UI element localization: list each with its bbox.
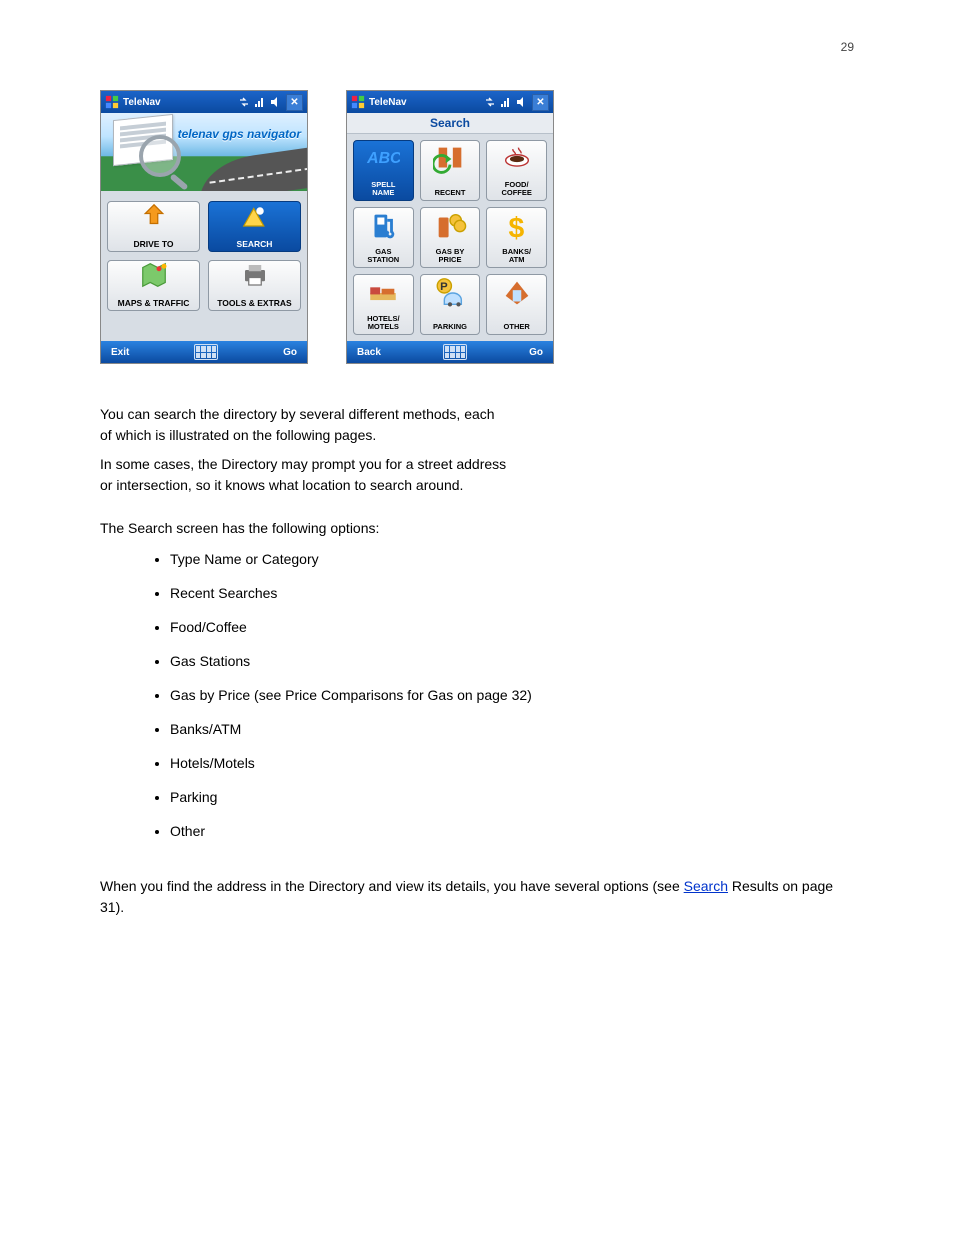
exit-button[interactable]: Exit — [111, 347, 129, 358]
svg-text:ABC: ABC — [366, 151, 400, 168]
banks-atm-button[interactable]: $ BANKS/ ATM — [486, 207, 547, 268]
food-coffee-button[interactable]: FOOD/ COFFEE — [486, 140, 547, 201]
search-results-link[interactable]: Search — [684, 878, 728, 894]
tile-label: BANKS/ ATM — [502, 248, 531, 264]
coffee-icon — [500, 145, 534, 173]
sync-icon[interactable] — [484, 96, 496, 108]
list-item: Hotels/Motels — [170, 746, 854, 780]
tile-label: TOOLS & EXTRAS — [217, 299, 291, 308]
parking-button[interactable]: P PARKING — [420, 274, 481, 335]
search-header: Search — [347, 113, 553, 134]
gas-by-price-button[interactable]: GAS BY PRICE — [420, 207, 481, 268]
gas-pump-icon — [366, 212, 400, 240]
drive-to-button[interactable]: DRIVE TO — [107, 201, 200, 252]
tile-label: OTHER — [504, 323, 530, 331]
other-icon — [500, 279, 534, 307]
road-icon — [195, 147, 307, 191]
list-item: Gas by Price (see Price Comparisons for … — [170, 678, 854, 712]
intro-note: In some cases, the Directory may prompt … — [100, 454, 854, 496]
bed-icon — [366, 279, 400, 307]
titlebar-app-name: TeleNav — [369, 97, 407, 108]
options-list: Type Name or Category Recent Searches Fo… — [100, 542, 854, 848]
list-item: Food/Coffee — [170, 610, 854, 644]
hotels-motels-button[interactable]: HOTELS/ MOTELS — [353, 274, 414, 335]
tile-label: SEARCH — [237, 240, 273, 249]
close-icon[interactable]: ✕ — [286, 94, 303, 111]
window-titlebar: TeleNav ✕ — [101, 91, 307, 113]
tile-label: MAPS & TRAFFIC — [118, 299, 190, 308]
page-number: 29 — [841, 40, 854, 54]
gas-station-button[interactable]: GAS STATION — [353, 207, 414, 268]
tile-label: DRIVE TO — [134, 240, 174, 249]
speaker-icon[interactable] — [270, 96, 282, 108]
signal-icon[interactable] — [254, 96, 266, 108]
svg-text:$: $ — [508, 212, 524, 243]
options-intro: The Search screen has the following opti… — [100, 520, 854, 536]
dollar-icon: $ — [500, 212, 534, 240]
back-button[interactable]: Back — [357, 347, 381, 358]
drive-to-icon — [139, 204, 169, 228]
printer-icon — [240, 263, 270, 287]
tools-extras-button[interactable]: TOOLS & EXTRAS — [208, 260, 301, 311]
home-grid: DRIVE TO SEARCH MAPS & TRAFFIC TOOLS & E… — [101, 191, 307, 321]
keyboard-icon[interactable] — [443, 344, 467, 360]
after-paragraph: When you find the address in the Directo… — [100, 876, 854, 918]
tile-label: GAS BY PRICE — [436, 248, 465, 264]
banner-text: telenav gps navigator — [178, 127, 301, 141]
parking-icon: P — [433, 279, 467, 307]
tile-label: RECENT — [435, 189, 466, 197]
search-icon — [240, 204, 270, 228]
recent-icon — [433, 145, 467, 173]
spell-name-button[interactable]: ABC SPELL NAME — [353, 140, 414, 201]
other-button[interactable]: OTHER — [486, 274, 547, 335]
bottom-bar: Exit Go — [101, 341, 307, 363]
tile-label: HOTELS/ MOTELS — [367, 315, 400, 331]
gas-price-icon — [433, 212, 467, 240]
list-item: Parking — [170, 780, 854, 814]
go-button[interactable]: Go — [283, 347, 297, 358]
abc-icon: ABC — [366, 145, 400, 173]
list-item: Gas Stations — [170, 644, 854, 678]
list-item: Recent Searches — [170, 576, 854, 610]
titlebar-app-name: TeleNav — [123, 97, 161, 108]
tile-label: GAS STATION — [367, 248, 399, 264]
screenshot-search: TeleNav ✕ Search ABC SPELL NAME RECENT — [346, 90, 554, 364]
tile-label: FOOD/ COFFEE — [501, 181, 531, 197]
screenshot-row: TeleNav ✕ telenav gps navigator DRIV — [100, 90, 854, 364]
keyboard-icon[interactable] — [194, 344, 218, 360]
map-icon — [139, 263, 169, 287]
list-item: Type Name or Category — [170, 542, 854, 576]
tile-label: SPELL NAME — [371, 181, 395, 197]
intro-paragraph: You can search the directory by several … — [100, 404, 854, 446]
search-grid: ABC SPELL NAME RECENT FOOD/ COFFEE GAS S… — [347, 134, 553, 341]
close-icon[interactable]: ✕ — [532, 94, 549, 111]
go-button[interactable]: Go — [529, 347, 543, 358]
signal-icon[interactable] — [500, 96, 512, 108]
screenshot-home: TeleNav ✕ telenav gps navigator DRIV — [100, 90, 308, 364]
windows-start-icon[interactable] — [351, 95, 365, 109]
maps-traffic-button[interactable]: MAPS & TRAFFIC — [107, 260, 200, 311]
list-item: Banks/ATM — [170, 712, 854, 746]
window-titlebar: TeleNav ✕ — [347, 91, 553, 113]
windows-start-icon[interactable] — [105, 95, 119, 109]
list-item: Other — [170, 814, 854, 848]
search-button[interactable]: SEARCH — [208, 201, 301, 252]
recent-button[interactable]: RECENT — [420, 140, 481, 201]
home-banner: telenav gps navigator — [101, 113, 307, 191]
sync-icon[interactable] — [238, 96, 250, 108]
magnifier-icon — [139, 135, 181, 177]
svg-text:P: P — [440, 281, 448, 293]
tile-label: PARKING — [433, 323, 467, 331]
bottom-bar: Back Go — [347, 341, 553, 363]
speaker-icon[interactable] — [516, 96, 528, 108]
